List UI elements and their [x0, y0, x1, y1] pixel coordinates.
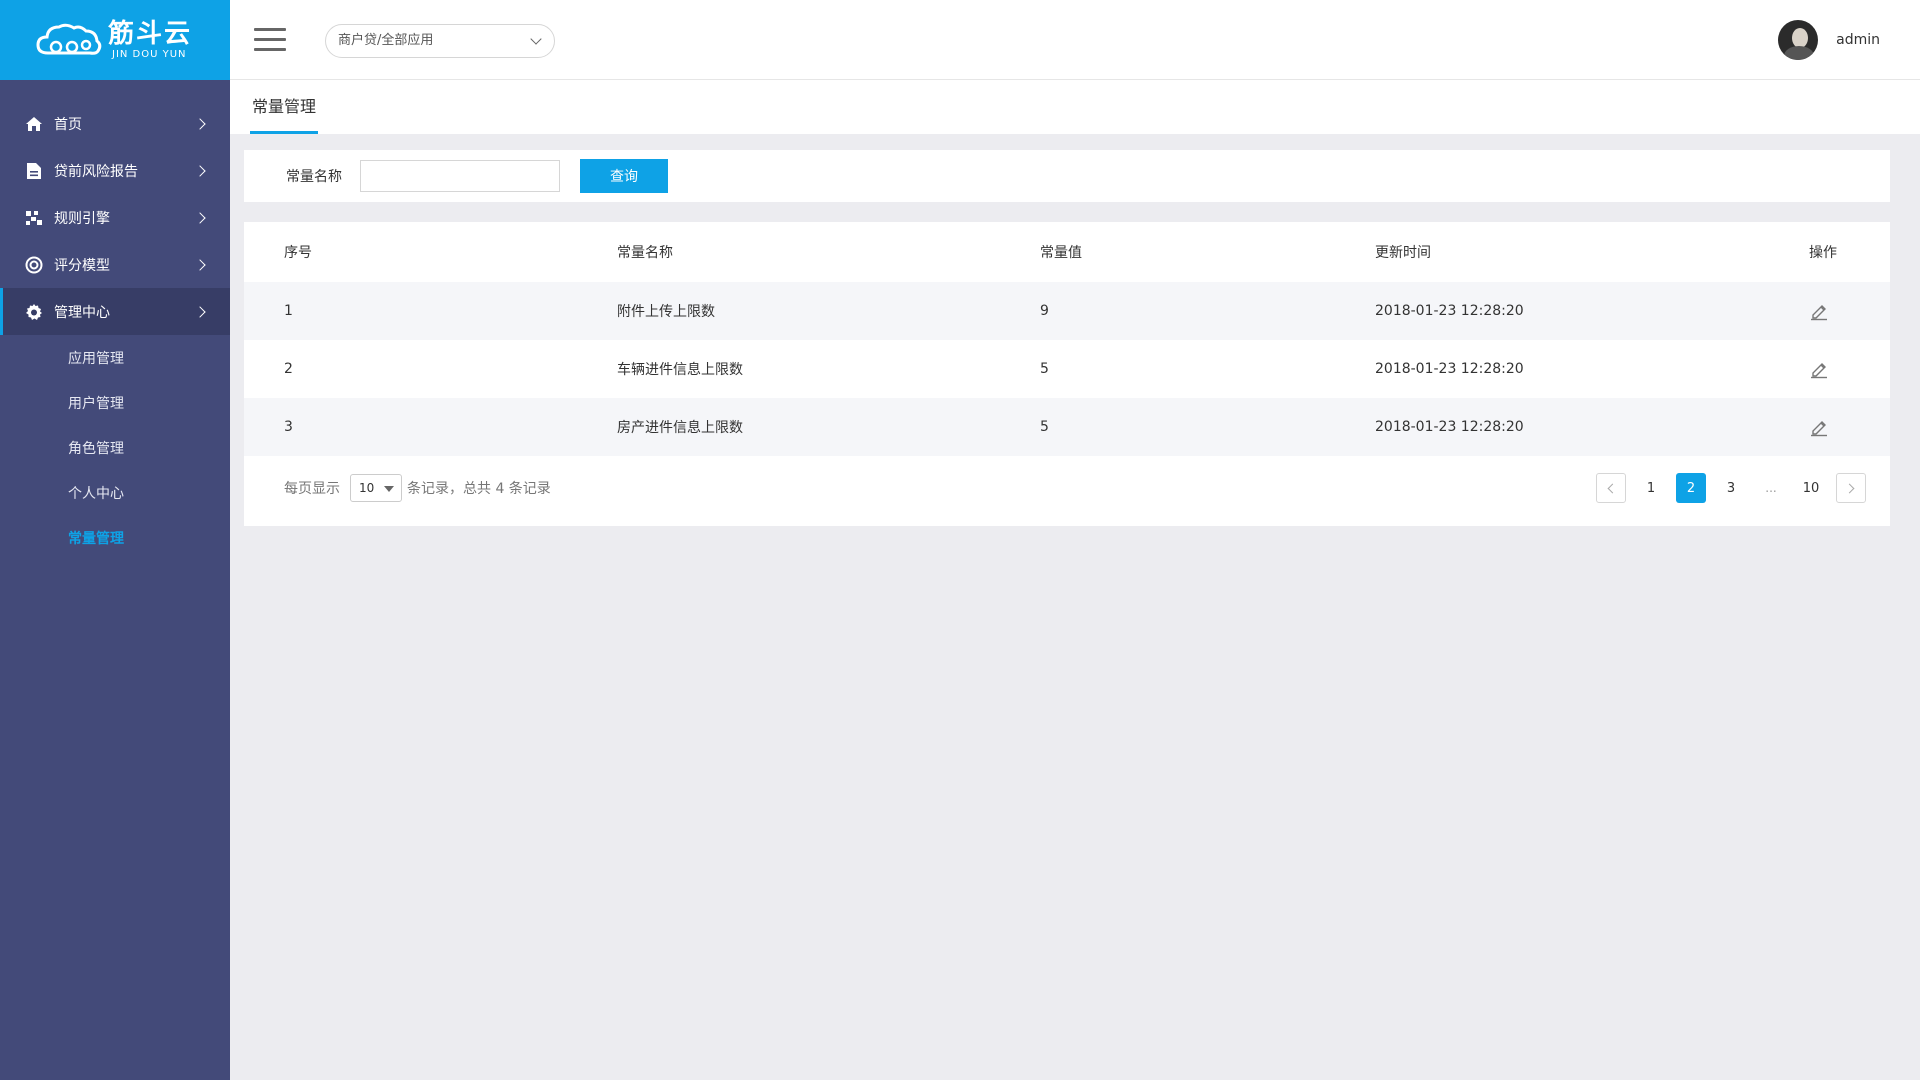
avatar[interactable]	[1778, 20, 1819, 60]
chevron-right-icon	[194, 258, 206, 271]
page-size-select[interactable]: 10	[350, 474, 402, 502]
sidebar-subitem-label: 应用管理	[68, 350, 124, 367]
sidebar-subitem-user-management[interactable]: 用户管理	[0, 380, 230, 425]
target-icon	[24, 255, 44, 275]
sidebar-subitem-personal-center[interactable]: 个人中心	[0, 470, 230, 515]
chevron-right-icon	[1844, 483, 1855, 493]
tab-constant-management[interactable]: 常量管理	[250, 80, 319, 134]
pager: 1 2 3 ... 10	[1586, 473, 1866, 503]
cell-index: 3	[284, 419, 293, 435]
column-header-value: 常量值	[1040, 245, 1082, 261]
cell-value: 5	[1040, 419, 1049, 435]
sidebar-subitem-role-management[interactable]: 角色管理	[0, 425, 230, 470]
column-header-name: 常量名称	[617, 245, 673, 261]
rules-icon	[24, 208, 44, 228]
user-menu[interactable]: admin	[1778, 20, 1880, 60]
page-button-3[interactable]: 3	[1716, 473, 1746, 503]
cloud-logo-icon	[36, 23, 102, 55]
top-header: 商户贷/全部应用 admin	[230, 0, 1920, 80]
sidebar-subitem-constant-management[interactable]: 常量管理	[0, 515, 230, 560]
sidebar-item-management-center[interactable]: 管理中心	[0, 288, 230, 335]
edit-icon[interactable]	[1809, 301, 1829, 321]
page-button-last[interactable]: 10	[1796, 473, 1826, 503]
sidebar: 筋斗云 JIN DOU YUN 首页 贷前风险报告 规则引擎 评分模型 管理中心…	[0, 0, 230, 1080]
page-ellipsis: ...	[1765, 481, 1777, 495]
sidebar-menu: 首页 贷前风险报告 规则引擎 评分模型 管理中心 应用管理 用户管理 角色管理 …	[0, 80, 230, 560]
sidebar-item-rule-engine[interactable]: 规则引擎	[0, 194, 230, 241]
table-header-row: 序号 常量名称 常量值 更新时间 操作	[244, 222, 1890, 282]
brand-name-en: JIN DOU YUN	[112, 49, 187, 60]
chevron-right-icon	[194, 211, 206, 224]
page-size-prefix: 每页显示	[284, 481, 340, 497]
sidebar-subitem-label: 用户管理	[68, 395, 124, 412]
gear-icon	[24, 302, 44, 322]
hamburger-menu-icon[interactable]	[254, 28, 286, 52]
tab-bar: 常量管理	[230, 80, 1920, 134]
column-header-index: 序号	[284, 245, 312, 261]
page-size-value: 10	[359, 481, 375, 495]
cell-index: 1	[284, 303, 293, 319]
edit-action[interactable]	[1809, 417, 1829, 437]
query-button[interactable]: 查询	[580, 159, 668, 193]
app-selector-value: 商户贷/全部应用	[338, 33, 434, 48]
cell-name: 附件上传上限数	[617, 304, 715, 320]
sidebar-subitem-label: 角色管理	[68, 440, 124, 457]
cell-value: 5	[1040, 361, 1049, 377]
sidebar-subitem-label: 常量管理	[68, 530, 124, 547]
next-page-button[interactable]	[1836, 473, 1866, 503]
home-icon	[24, 114, 44, 134]
sidebar-item-label: 评分模型	[54, 257, 110, 274]
search-label: 常量名称	[286, 169, 342, 185]
cell-name: 车辆进件信息上限数	[617, 362, 743, 378]
column-header-updated: 更新时间	[1375, 245, 1431, 261]
page-button-1[interactable]: 1	[1636, 473, 1666, 503]
cell-value: 9	[1040, 303, 1049, 319]
record-summary: 条记录，总共 4 条记录	[407, 481, 551, 497]
chevron-right-icon	[194, 117, 206, 130]
cell-name: 房产进件信息上限数	[617, 420, 743, 436]
sidebar-subitem-label: 个人中心	[68, 485, 124, 502]
chevron-down-icon	[530, 33, 542, 45]
app-selector-dropdown[interactable]: 商户贷/全部应用	[325, 24, 555, 58]
table-row: 2 车辆进件信息上限数 5 2018-01-23 12:28:20	[244, 340, 1890, 398]
sidebar-item-label: 管理中心	[54, 304, 110, 321]
pagination-bar: 每页显示 10 条记录，总共 4 条记录 1 2 3 ... 10	[244, 458, 1890, 518]
edit-action[interactable]	[1809, 301, 1829, 321]
sidebar-item-home[interactable]: 首页	[0, 100, 230, 147]
chevron-right-icon	[194, 305, 206, 318]
page-button-2[interactable]: 2	[1676, 473, 1706, 503]
username[interactable]: admin	[1836, 32, 1880, 48]
prev-page-button[interactable]	[1596, 473, 1626, 503]
constant-name-input[interactable]	[360, 160, 560, 192]
caret-down-icon	[384, 486, 394, 492]
sidebar-item-label: 贷前风险报告	[54, 163, 138, 180]
table-row: 1 附件上传上限数 9 2018-01-23 12:28:20	[244, 282, 1890, 340]
edit-action[interactable]	[1809, 359, 1829, 379]
cell-index: 2	[284, 361, 293, 377]
chevron-left-icon	[1607, 483, 1618, 493]
search-panel: 常量名称 查询	[244, 150, 1890, 202]
constants-table: 序号 常量名称 常量值 更新时间 操作 1 附件上传上限数 9 2018-01-…	[244, 222, 1890, 526]
edit-icon[interactable]	[1809, 417, 1829, 437]
document-icon	[24, 161, 44, 181]
sidebar-item-label: 规则引擎	[54, 210, 110, 227]
sidebar-item-preloan-report[interactable]: 贷前风险报告	[0, 147, 230, 194]
chevron-right-icon	[194, 164, 206, 177]
sidebar-item-label: 首页	[54, 116, 82, 133]
table-row: 3 房产进件信息上限数 5 2018-01-23 12:28:20	[244, 398, 1890, 456]
cell-updated: 2018-01-23 12:28:20	[1375, 303, 1524, 319]
brand-name: 筋斗云	[108, 19, 193, 49]
brand-logo[interactable]: 筋斗云 JIN DOU YUN	[0, 0, 230, 80]
page-size-control: 每页显示 10 条记录，总共 4 条记录	[284, 474, 551, 502]
cell-updated: 2018-01-23 12:28:20	[1375, 361, 1524, 377]
edit-icon[interactable]	[1809, 359, 1829, 379]
sidebar-subitem-app-management[interactable]: 应用管理	[0, 335, 230, 380]
sidebar-item-score-model[interactable]: 评分模型	[0, 241, 230, 288]
column-header-actions: 操作	[1809, 245, 1837, 261]
cell-updated: 2018-01-23 12:28:20	[1375, 419, 1524, 435]
